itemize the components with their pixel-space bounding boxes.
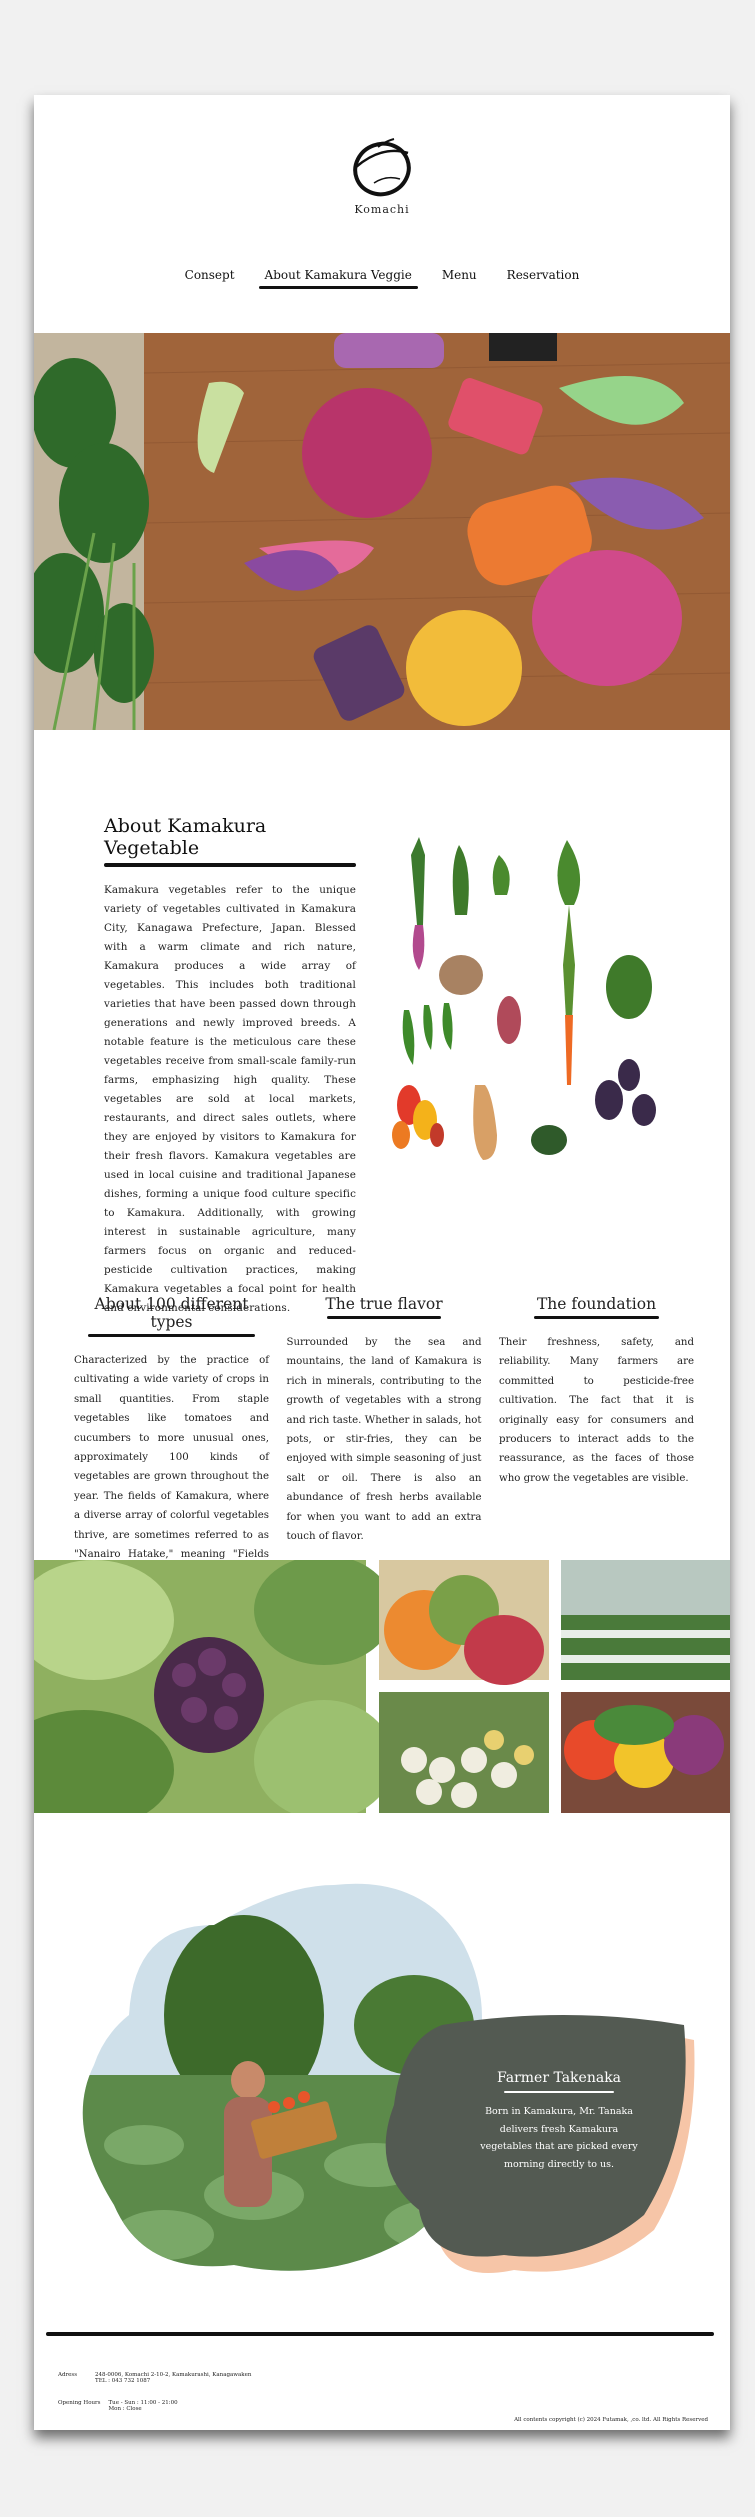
nav-menu[interactable]: Menu [442,268,477,286]
vegetables-illustration [392,837,656,1160]
brand-name: Komachi [354,203,410,216]
farmer-section: Farmer Takenaka Born in Kamakura, Mr. Ta… [34,1865,730,2315]
nav-consept[interactable]: Consept [185,268,235,286]
feature-title: About 100 different types [74,1295,269,1337]
feature-title: The foundation [499,1295,694,1319]
feature-underline [327,1316,441,1319]
about-title: About Kamakura Vegetable [104,815,356,867]
farmer-title: Farmer Takenaka [496,2070,622,2086]
feature-title-text: The foundation [536,1295,657,1313]
address-tel: TEL : 043 732 1087 [95,2378,151,2384]
feature-body: Characterized by the practice of cultiva… [74,1355,269,1579]
feature-column: The true flavor Surrounded by the sea an… [287,1295,482,1584]
feature-underline [87,1334,256,1337]
hours-label: Opening Hours [58,2400,101,2406]
features-section: About 100 different types Characterized … [74,1295,694,1584]
feature-body: Their freshness, safety, and reliability… [499,1337,694,1484]
main-nav: Consept About Kamakura Veggie Menu Reser… [34,268,730,289]
about-title-underline [104,863,356,867]
about-section: About Kamakura Vegetable Kamakura vegeta… [104,815,356,1318]
copyright: All contents copyright (c) 2024 Futamak,… [514,2417,708,2423]
feature-column: About 100 different types Characterized … [74,1295,269,1584]
address-label: Adress [58,2372,78,2378]
about-title-text: About Kamakura Vegetable [104,815,267,859]
gallery-photos [34,1560,730,1813]
gallery-photo-broccoli [34,1560,394,1813]
farmer-title-underline [504,2091,614,2093]
about-body: Kamakura vegetables refer to the unique … [104,884,356,1314]
gallery-photo-colorful-veg [561,1692,730,1813]
footer-address: Adress 248-0006, Komachi 2-10-2, Kamakur… [58,2372,251,2384]
nav-reservation[interactable]: Reservation [507,268,580,286]
nav-about-kamakura-veggie[interactable]: About Kamakura Veggie [258,268,419,289]
gallery-photo-field [561,1560,730,1680]
hero-vegetables-photo [34,333,730,730]
farmer-body: Born in Kamakura, Mr. Tanaka delivers fr… [480,2106,638,2170]
footer: Adress 248-0006, Komachi 2-10-2, Kamakur… [34,2320,730,2430]
feature-body: Surrounded by the sea and mountains, the… [286,1337,482,1543]
feature-title-text: The true flavor [325,1295,443,1313]
feature-column: The foundation Their freshness, safety, … [499,1295,694,1584]
footer-hours: Opening Hours Tue - Sun : 11:00 - 21:00 … [58,2400,178,2412]
feature-title: The true flavor [287,1295,482,1319]
farmer-card: Farmer Takenaka Born in Kamakura, Mr. Ta… [474,2070,644,2173]
footer-divider [46,2332,714,2336]
feature-underline [534,1316,659,1319]
hours-line-2: Mon : Close [108,2406,142,2412]
brand[interactable]: Komachi [34,135,730,216]
gallery-photo-market [379,1560,549,1685]
komachi-logo-icon[interactable] [342,135,422,201]
page: Komachi Consept About Kamakura Veggie Me… [34,95,730,2430]
gallery-photo-turnips [379,1692,549,1813]
feature-title-text: About 100 different types [94,1295,249,1331]
